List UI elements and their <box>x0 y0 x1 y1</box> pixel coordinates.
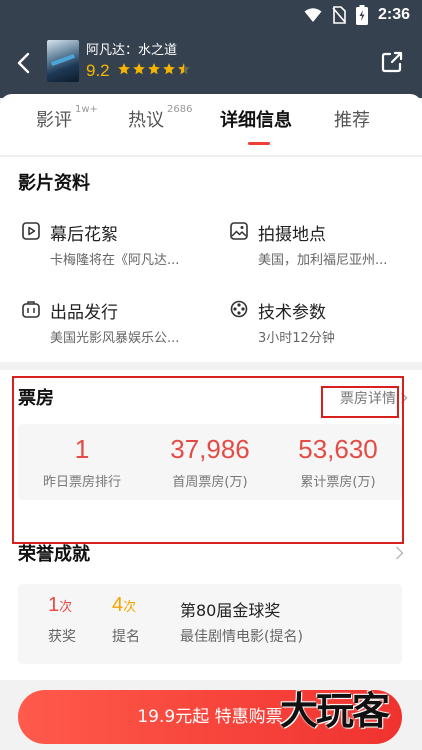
star-icon <box>133 63 145 75</box>
battery-charging-icon <box>355 5 368 25</box>
movie-title: 阿凡达：水之道 <box>86 43 178 58</box>
nominations-count: 4次 <box>112 594 136 617</box>
briefcase-icon <box>22 301 40 318</box>
wifi-icon <box>304 8 322 22</box>
wins-count: 1次 <box>48 594 72 617</box>
film-reel-icon <box>230 300 248 318</box>
info-item-value: 美国，加利福尼亚州... <box>258 253 388 268</box>
wins-number: 1 <box>48 594 60 616</box>
info-item-behind-scenes[interactable]: 幕后花絮 卡梅隆将在《阿凡达... <box>22 220 202 270</box>
chevron-right-icon[interactable] <box>395 546 404 560</box>
info-item-title: 出品发行 <box>50 303 118 323</box>
section-title: 影片资料 <box>18 173 90 194</box>
star-icon <box>118 63 130 75</box>
star-icon <box>148 63 160 75</box>
film-info-section: 影片资料 幕后花絮 卡梅隆将在《阿凡达... 拍摄地点 美国，加利福尼亚州...… <box>0 157 422 362</box>
highlight-box-link <box>321 386 399 418</box>
tab-label: 热议 <box>128 110 164 131</box>
tab-label: 影评 <box>36 110 72 131</box>
info-item-distribution[interactable]: 出品发行 美国光影风暴娱乐公... <box>22 298 202 348</box>
info-item-title: 技术参数 <box>258 303 326 323</box>
wins-label: 获奖 <box>48 629 76 645</box>
tab-reviews[interactable]: 影评1w+ <box>36 104 98 132</box>
picture-icon <box>230 222 248 240</box>
clock: 2:36 <box>377 6 410 23</box>
tab-count: 1w+ <box>75 104 98 115</box>
active-tab-indicator <box>248 142 270 145</box>
star-icon <box>163 63 175 75</box>
status-bar: 2:36 <box>0 0 422 30</box>
share-icon[interactable] <box>380 50 404 74</box>
award-name: 第80届金球奖 <box>180 601 281 620</box>
nominations-number: 4 <box>112 594 124 616</box>
rating-stars <box>117 62 191 76</box>
info-item-value: 美国光影风暴娱乐公... <box>50 331 180 346</box>
info-item-title: 幕后花絮 <box>50 225 118 245</box>
award-detail: 最佳剧情电影(提名) <box>180 629 303 645</box>
info-item-title: 拍摄地点 <box>258 225 326 245</box>
wins-unit: 次 <box>59 600 73 615</box>
play-icon <box>22 222 40 240</box>
tab-recommend[interactable]: 推荐 <box>334 106 370 132</box>
tab-bar: 影评1w+ 热议2686 详细信息 推荐 <box>0 94 422 156</box>
movie-rating: 9.2 <box>86 61 110 80</box>
movie-header: 阿凡达：水之道 9.2 <box>0 30 422 98</box>
movie-poster[interactable] <box>47 40 79 82</box>
info-item-location[interactable]: 拍摄地点 美国，加利福尼亚州... <box>230 220 410 270</box>
tab-count: 2686 <box>167 104 193 115</box>
half-star-icon <box>178 63 190 75</box>
back-arrow-icon[interactable] <box>12 50 38 76</box>
watermark-logo: 大玩客 <box>280 688 390 733</box>
no-sim-icon <box>332 6 346 24</box>
info-item-tech-specs[interactable]: 技术参数 3小时12分钟 <box>230 298 410 348</box>
honors-summary[interactable]: 1次 获奖 4次 提名 第80届金球奖 最佳剧情电影(提名) <box>18 584 402 664</box>
tab-details[interactable]: 详细信息 <box>220 106 292 132</box>
tab-label: 详细信息 <box>220 110 292 131</box>
info-item-value: 卡梅隆将在《阿凡达... <box>50 253 180 268</box>
nominations-unit: 次 <box>123 600 137 615</box>
nominations-label: 提名 <box>112 629 140 645</box>
tab-label: 推荐 <box>334 110 370 131</box>
tab-discussion[interactable]: 热议2686 <box>128 104 193 132</box>
info-item-value: 3小时12分钟 <box>258 331 335 346</box>
